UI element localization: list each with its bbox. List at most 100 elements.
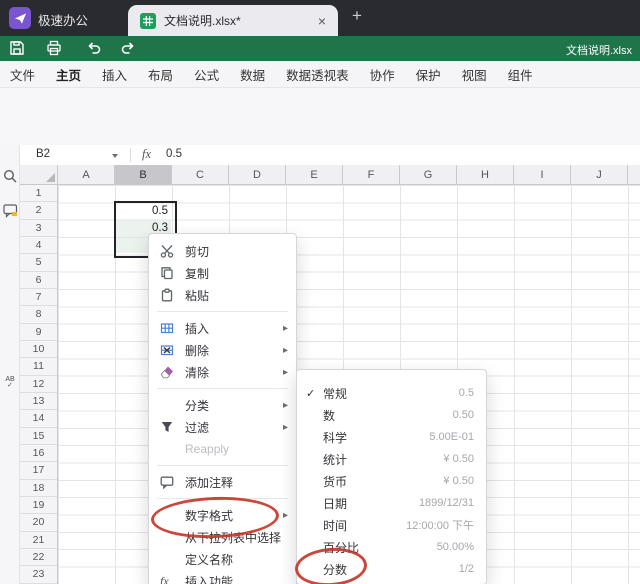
save-icon[interactable] bbox=[9, 40, 26, 57]
titlebar: 极速办公 文档说明.xlsx* × + bbox=[0, 0, 640, 36]
tab-close-icon[interactable]: × bbox=[318, 13, 326, 29]
paper-plane-icon bbox=[14, 12, 26, 24]
format-option-preview: 0.5 bbox=[458, 387, 474, 399]
row-header-16[interactable]: 16 bbox=[20, 445, 57, 463]
row-header-4[interactable]: 4 bbox=[20, 237, 57, 255]
row-header-19[interactable]: 19 bbox=[20, 497, 57, 515]
document-tab[interactable]: 文档说明.xlsx* × bbox=[128, 5, 338, 36]
context-menu-item-插入功能[interactable]: fx 插入功能 bbox=[149, 570, 296, 584]
format-option-label: 常规 bbox=[323, 386, 348, 401]
format-option-科学[interactable]: 科学 5.00E-01 bbox=[297, 426, 486, 448]
menu-布局[interactable]: 布局 bbox=[148, 65, 173, 84]
document-title: 文档说明.xlsx bbox=[566, 45, 632, 57]
format-option-preview: ¥ 0.50 bbox=[443, 475, 474, 487]
context-menu-item-定义名称[interactable]: 定义名称 bbox=[149, 548, 296, 570]
format-option-统计[interactable]: 统计 ¥ 0.50 bbox=[297, 448, 486, 470]
search-icon[interactable] bbox=[3, 169, 17, 183]
delete-cells-icon bbox=[160, 343, 174, 357]
context-menu-item-剪切[interactable]: 剪切 bbox=[149, 240, 296, 262]
menu-插入[interactable]: 插入 bbox=[102, 65, 127, 84]
menu-协作[interactable]: 协作 bbox=[370, 65, 395, 84]
name-box-chevron-icon[interactable] bbox=[112, 154, 118, 158]
context-menu-item-添加注释[interactable]: 添加注释 bbox=[149, 471, 296, 493]
row-header-15[interactable]: 15 bbox=[20, 428, 57, 445]
column-header-F[interactable]: F bbox=[343, 165, 400, 184]
comment-panel-icon[interactable] bbox=[3, 203, 18, 218]
row-header-2[interactable]: 2 bbox=[20, 202, 57, 220]
row-header-7[interactable]: 7 bbox=[20, 289, 57, 307]
format-option-日期[interactable]: 日期 1899/12/31 bbox=[297, 492, 486, 514]
menu-组件[interactable]: 组件 bbox=[508, 65, 533, 84]
redo-icon[interactable] bbox=[120, 40, 137, 57]
row-header-5[interactable]: 5 bbox=[20, 254, 57, 272]
context-menu-item-复制[interactable]: 复制 bbox=[149, 262, 296, 284]
menu-item-label: 删除 bbox=[185, 343, 210, 358]
formula-input[interactable]: 0.5 bbox=[166, 148, 182, 160]
format-option-preview: 1899/12/31 bbox=[418, 497, 474, 509]
format-option-时间[interactable]: 时间 12:00:00 下午 bbox=[297, 514, 486, 536]
menu-item-label: 粘贴 bbox=[185, 288, 210, 303]
row-header-12[interactable]: 12 bbox=[20, 376, 57, 393]
row-header-14[interactable]: 14 bbox=[20, 410, 57, 428]
menu-保护[interactable]: 保护 bbox=[416, 65, 441, 84]
column-header-B[interactable]: B bbox=[115, 165, 172, 184]
row-headers: 123456789101112131415161718192021222324 bbox=[20, 185, 58, 584]
row-header-9[interactable]: 9 bbox=[20, 324, 57, 341]
fx-icon[interactable]: fx bbox=[142, 147, 151, 162]
filter-icon bbox=[160, 420, 174, 434]
row-header-20[interactable]: 20 bbox=[20, 514, 57, 532]
menu-item-label: 插入功能 bbox=[185, 574, 234, 584]
row-header-8[interactable]: 8 bbox=[20, 306, 57, 324]
print-icon[interactable] bbox=[46, 40, 63, 57]
row-header-13[interactable]: 13 bbox=[20, 393, 57, 411]
menu-数据透视表[interactable]: 数据透视表 bbox=[286, 65, 349, 84]
menu-视图[interactable]: 视图 bbox=[462, 65, 487, 84]
column-header-D[interactable]: D bbox=[229, 165, 286, 184]
column-header-G[interactable]: G bbox=[400, 165, 457, 184]
context-menu-item-清除[interactable]: 清除 ▸ bbox=[149, 361, 296, 383]
menu-item-label: 剪切 bbox=[185, 244, 210, 259]
new-tab-button[interactable]: + bbox=[352, 6, 362, 26]
column-header-E[interactable]: E bbox=[286, 165, 343, 184]
column-header-I[interactable]: I bbox=[514, 165, 571, 184]
row-header-3[interactable]: 3 bbox=[20, 220, 57, 237]
row-header-11[interactable]: 11 bbox=[20, 358, 57, 376]
menu-文件[interactable]: 文件 bbox=[10, 65, 35, 84]
row-header-22[interactable]: 22 bbox=[20, 549, 57, 567]
context-menu-item-插入[interactable]: 插入 ▸ bbox=[149, 317, 296, 339]
select-all-corner[interactable] bbox=[20, 165, 58, 185]
row-header-23[interactable]: 23 bbox=[20, 566, 57, 584]
format-option-货币[interactable]: 货币 ¥ 0.50 bbox=[297, 470, 486, 492]
submenu-arrow-icon: ▸ bbox=[282, 509, 288, 521]
row-header-1[interactable]: 1 bbox=[20, 185, 57, 203]
menu-公式[interactable]: 公式 bbox=[194, 65, 219, 84]
column-header-A[interactable]: A bbox=[58, 165, 115, 184]
menu-item-label: 复制 bbox=[185, 266, 210, 281]
format-option-label: 日期 bbox=[323, 496, 348, 511]
spellcheck-icon[interactable]: AB ✓ bbox=[2, 376, 18, 389]
context-menu-item-过滤[interactable]: 过滤 ▸ bbox=[149, 416, 296, 438]
column-header-J[interactable]: J bbox=[571, 165, 628, 184]
context-menu-item-分类[interactable]: 分类 ▸ bbox=[149, 394, 296, 416]
format-option-数[interactable]: 数 0.50 bbox=[297, 404, 486, 426]
context-menu-item-删除[interactable]: 删除 ▸ bbox=[149, 339, 296, 361]
row-header-10[interactable]: 10 bbox=[20, 341, 57, 359]
row-header-17[interactable]: 17 bbox=[20, 462, 57, 480]
row-header-6[interactable]: 6 bbox=[20, 272, 57, 289]
app-logo-icon[interactable] bbox=[9, 7, 31, 29]
format-option-label: 货币 bbox=[323, 474, 348, 489]
submenu-arrow-icon: ▸ bbox=[282, 322, 288, 334]
context-menu-item-粘贴[interactable]: 粘贴 bbox=[149, 284, 296, 306]
menu-item-label: Reapply bbox=[185, 442, 230, 456]
format-option-preview: 1/2 bbox=[458, 563, 474, 575]
row-header-21[interactable]: 21 bbox=[20, 532, 57, 549]
menu-主页[interactable]: 主页 bbox=[56, 65, 82, 90]
menu-数据[interactable]: 数据 bbox=[240, 65, 265, 84]
column-header-H[interactable]: H bbox=[457, 165, 514, 184]
name-box[interactable]: B2 bbox=[36, 148, 50, 160]
check-icon: ✓ bbox=[306, 387, 316, 400]
column-header-C[interactable]: C bbox=[172, 165, 229, 184]
undo-icon[interactable] bbox=[86, 40, 103, 57]
format-option-常规[interactable]: ✓ 常规 0.5 bbox=[297, 382, 486, 404]
row-header-18[interactable]: 18 bbox=[20, 480, 57, 497]
